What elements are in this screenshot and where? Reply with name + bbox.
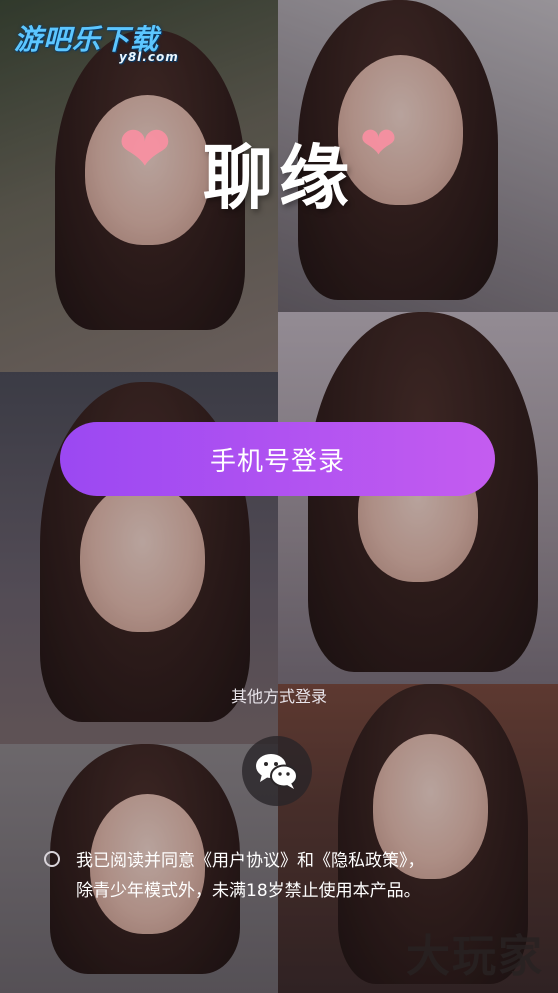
watermark-subtext: y8l.com	[119, 50, 179, 64]
corner-watermark: 大玩家	[406, 931, 544, 982]
site-watermark: 游吧乐下载 y8l.com	[14, 18, 178, 64]
agreement-prefix: 我已阅读并同意	[76, 851, 195, 871]
phone-login-button[interactable]: 手机号登录	[60, 422, 495, 496]
agreement-radio[interactable]	[44, 851, 60, 867]
wechat-icon	[256, 754, 298, 789]
wechat-login-button[interactable]	[242, 736, 312, 806]
agreement-line-2: 除青少年模式外，未满18岁禁止使用本产品。	[76, 881, 421, 901]
agreement-conjunction: 和	[297, 851, 314, 871]
other-login-label: 其他方式登录	[230, 687, 327, 706]
agreement-block: 我已阅读并同意《用户协议》和《隐私政策》， 除青少年模式外，未满18岁禁止使用本…	[44, 846, 524, 906]
agreement-line-1: 我已阅读并同意《用户协议》和《隐私政策》，	[76, 846, 524, 876]
photo-tile	[278, 312, 558, 684]
app-title: 聊缘	[203, 137, 355, 219]
user-agreement-link[interactable]: 《用户协议》	[195, 851, 297, 871]
privacy-policy-link[interactable]: 《隐私政策》	[314, 851, 408, 871]
agreement-suffix: ，	[407, 851, 425, 871]
